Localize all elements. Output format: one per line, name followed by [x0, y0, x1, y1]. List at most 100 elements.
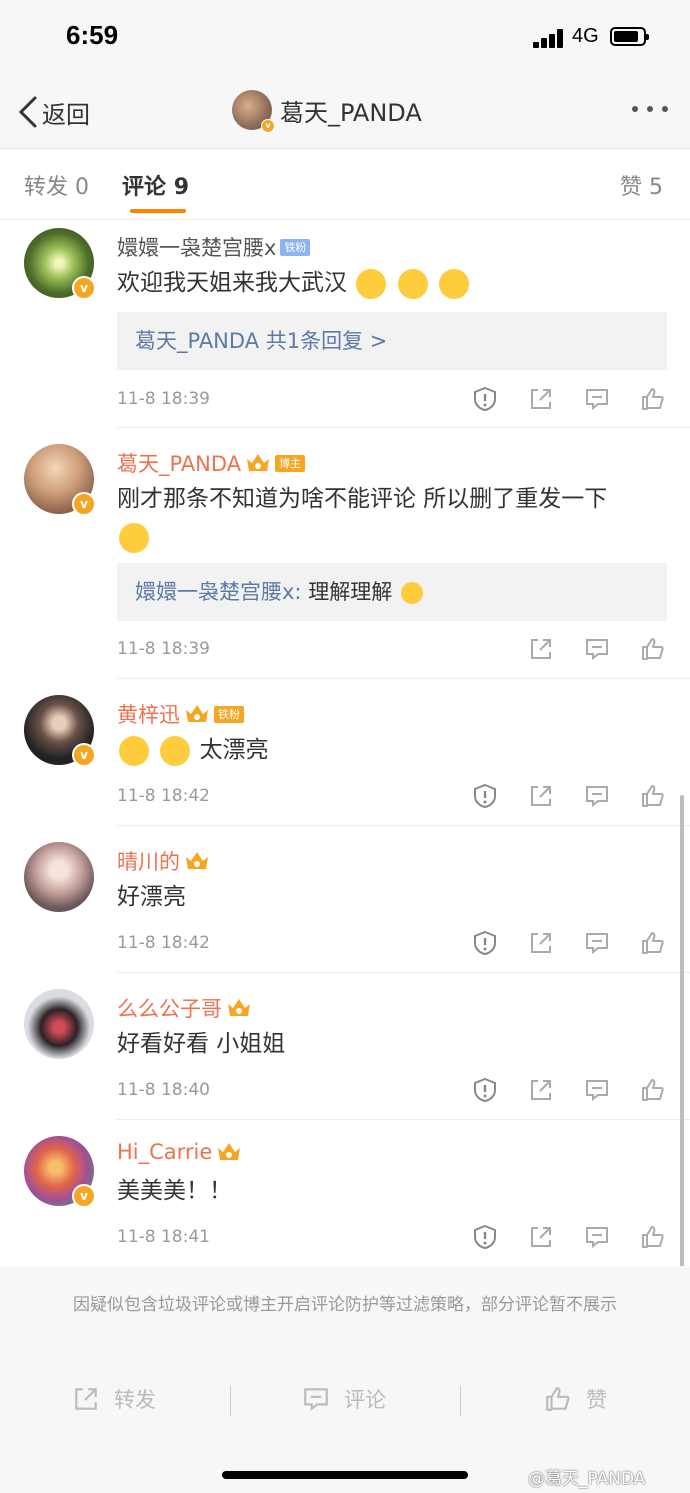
back-button[interactable]: 返回	[18, 92, 90, 132]
comment-button[interactable]: 评论	[302, 1384, 386, 1414]
comment-body: 好看好看 小姐姐	[117, 1031, 286, 1057]
like-icon[interactable]	[640, 636, 666, 662]
like-icon[interactable]	[640, 386, 666, 412]
tab-label: 转发	[24, 175, 69, 200]
divider	[230, 1386, 231, 1416]
tab-count: 9	[173, 175, 189, 200]
watermark: @葛天_PANDA	[528, 1469, 646, 1489]
repost-button[interactable]: 转发	[72, 1384, 156, 1414]
fan-badge: 铁粉	[214, 705, 244, 723]
heart-eyes-emoji-icon	[119, 735, 149, 766]
comment-icon	[304, 1388, 328, 1411]
username[interactable]: 嬛嬛一袅楚宫腰x	[117, 232, 276, 262]
share-icon[interactable]	[528, 930, 554, 956]
reply-author[interactable]: 嬛嬛一袅楚宫腰x:	[135, 580, 302, 604]
tab-comments[interactable]: 评论 9	[122, 169, 189, 201]
divider	[460, 1386, 461, 1416]
vip-crown-icon	[216, 1140, 242, 1164]
comment-text: 好看好看 小姐姐	[117, 1025, 662, 1063]
comment-header: 葛天_PANDA 博主	[117, 448, 306, 478]
tab-underline	[130, 209, 186, 213]
username[interactable]: 黄梓迅	[117, 699, 180, 729]
comment-item: 么么公子哥 好看好看 小姐姐 11-8 18:40	[0, 973, 690, 1120]
status-bar: 6:59 4G	[0, 0, 690, 76]
avatar[interactable]: v	[24, 695, 96, 767]
network-label: 4G	[572, 25, 599, 47]
verified-icon: v	[72, 743, 96, 767]
avatar[interactable]: v	[24, 444, 96, 516]
comment-icon[interactable]	[584, 1224, 610, 1250]
verified-icon: v	[261, 119, 275, 133]
vip-crown-icon	[184, 849, 210, 873]
nav-title[interactable]: v 葛天_PANDA	[232, 90, 422, 133]
report-icon[interactable]	[472, 783, 498, 809]
reply-summary[interactable]: 葛天_PANDA 共1条回复 >	[117, 312, 667, 370]
vip-crown-icon	[226, 996, 252, 1020]
comment-header: 么么公子哥	[117, 993, 252, 1023]
like-icon[interactable]	[640, 1224, 666, 1250]
username[interactable]: Hi_Carrie	[117, 1140, 212, 1164]
vip-crown-icon	[184, 702, 210, 726]
comment-text: 欢迎我天姐来我大武汉	[117, 264, 662, 302]
comment-text: 刚才那条不知道为啥不能评论 所以删了重发一下	[117, 480, 662, 556]
tab-likes[interactable]: 赞 5	[620, 169, 663, 201]
tab-count: 5	[649, 175, 664, 200]
hugging-emoji-icon	[397, 268, 428, 299]
like-icon[interactable]	[640, 930, 666, 956]
avatar[interactable]: v	[24, 1136, 96, 1208]
comment-header: 嬛嬛一袅楚宫腰x 铁粉	[117, 232, 311, 262]
comment-time: 11-8 18:39	[117, 389, 210, 409]
share-icon[interactable]	[528, 1077, 554, 1103]
username[interactable]: 么么公子哥	[117, 993, 222, 1023]
share-icon[interactable]	[528, 783, 554, 809]
comment-actions	[442, 386, 666, 412]
comment-icon[interactable]	[584, 386, 610, 412]
report-icon[interactable]	[472, 1224, 498, 1250]
username[interactable]: 葛天_PANDA	[117, 448, 241, 478]
report-icon[interactable]	[472, 386, 498, 412]
tab-repost[interactable]: 转发 0	[24, 169, 89, 201]
comment-item: 晴川的 好漂亮 11-8 18:42	[0, 826, 690, 973]
comment-icon[interactable]	[584, 930, 610, 956]
home-indicator[interactable]	[222, 1471, 468, 1479]
comment-icon[interactable]	[584, 1077, 610, 1103]
nav-bar: 返回 v 葛天_PANDA	[0, 76, 690, 149]
more-options-icon[interactable]	[632, 106, 668, 112]
tongue-emoji-icon	[119, 522, 149, 553]
report-icon[interactable]	[472, 930, 498, 956]
like-icon	[546, 1387, 570, 1411]
report-icon[interactable]	[472, 1077, 498, 1103]
comment-body: 刚才那条不知道为啥不能评论 所以删了重发一下	[117, 486, 608, 512]
filter-notice-text: 因疑似包含垃圾评论或博主开启评论防护等过滤策略，部分评论暂不展示	[73, 1295, 617, 1315]
comment-icon[interactable]	[584, 636, 610, 662]
avatar[interactable]	[24, 842, 94, 912]
comment-actions	[442, 1224, 666, 1250]
like-icon[interactable]	[640, 1077, 666, 1103]
comment-actions	[442, 930, 666, 956]
comment-actions	[498, 636, 666, 662]
comment-time: 11-8 18:42	[117, 786, 210, 806]
share-icon[interactable]	[528, 636, 554, 662]
verified-icon: v	[72, 276, 96, 300]
avatar[interactable]: v	[24, 228, 96, 300]
share-icon	[75, 1388, 97, 1410]
like-icon[interactable]	[640, 783, 666, 809]
share-icon[interactable]	[528, 386, 554, 412]
comment-header: Hi_Carrie	[117, 1140, 242, 1164]
comment-body: 太漂亮	[199, 737, 269, 763]
share-icon[interactable]	[528, 1224, 554, 1250]
tab-label: 赞	[620, 175, 643, 200]
reply-summary-link[interactable]: 葛天_PANDA 共1条回复 >	[135, 329, 387, 353]
vip-crown-icon	[245, 451, 271, 475]
username[interactable]: 晴川的	[117, 846, 180, 876]
nav-title-label: 葛天_PANDA	[280, 98, 422, 127]
reply-preview[interactable]: 嬛嬛一袅楚宫腰x: 理解理解	[117, 563, 667, 621]
like-button[interactable]: 赞	[544, 1384, 607, 1414]
comment-time: 11-8 18:40	[117, 1080, 210, 1100]
reply-text: 理解理解	[308, 580, 393, 604]
comment-time: 11-8 18:42	[117, 933, 210, 953]
comment-icon[interactable]	[584, 783, 610, 809]
avatar[interactable]	[24, 989, 94, 1059]
comment-text: 美美美！！	[117, 1172, 662, 1210]
like-label: 赞	[586, 1388, 607, 1412]
